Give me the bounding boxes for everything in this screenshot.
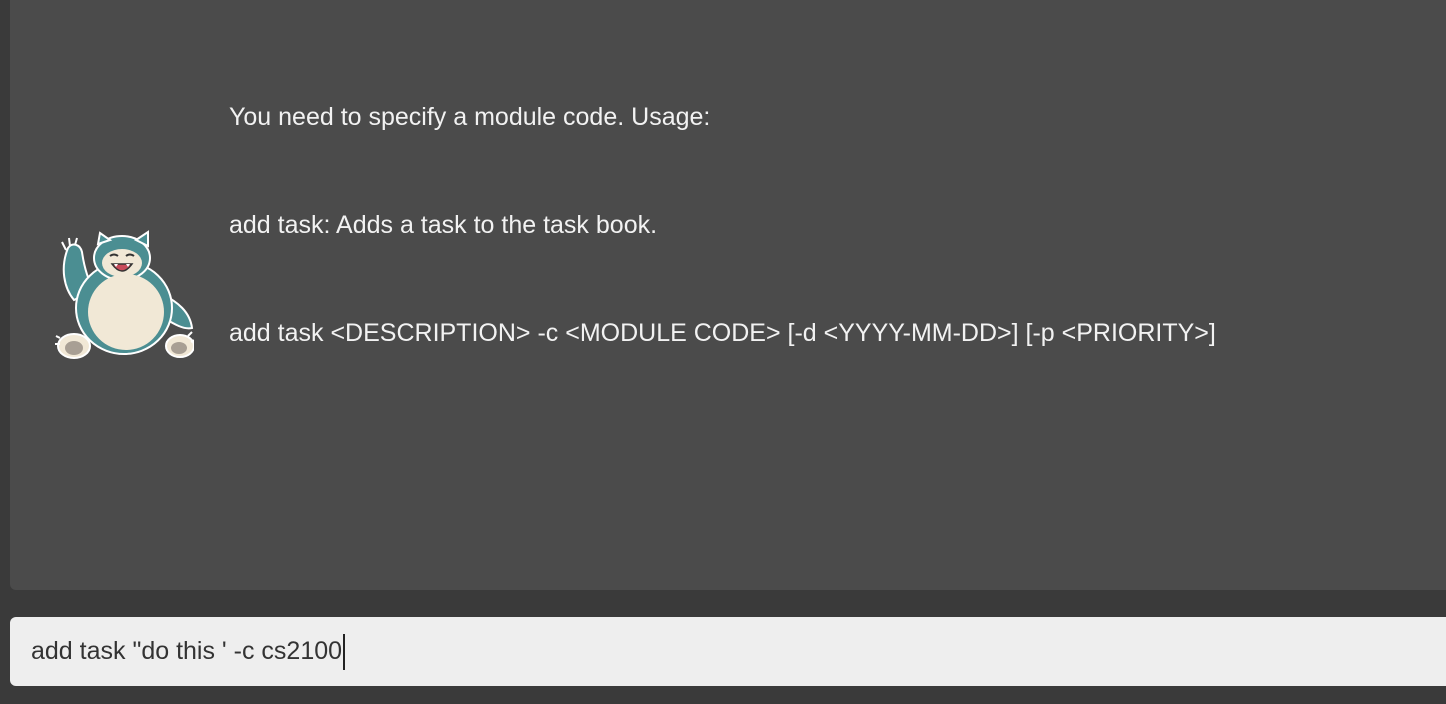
app-window: You need to specify a module code. Usage… — [0, 0, 1446, 704]
result-message-line-2: add task: Adds a task to the task book. — [229, 211, 658, 239]
result-display-panel: You need to specify a module code. Usage… — [10, 0, 1446, 590]
command-input[interactable]: add task "do this ' -c cs2100 — [31, 637, 342, 666]
result-message: You need to specify a module code. Usage… — [229, 27, 1216, 423]
command-input-box[interactable]: add task "do this ' -c cs2100 — [10, 617, 1446, 686]
result-message-line-1: You need to specify a module code. Usage… — [229, 103, 711, 131]
snorlax-mascot-icon — [55, 230, 194, 359]
text-caret — [343, 633, 346, 670]
result-message-line-3: add task <DESCRIPTION> -c <MODULE CODE> … — [229, 319, 1216, 347]
